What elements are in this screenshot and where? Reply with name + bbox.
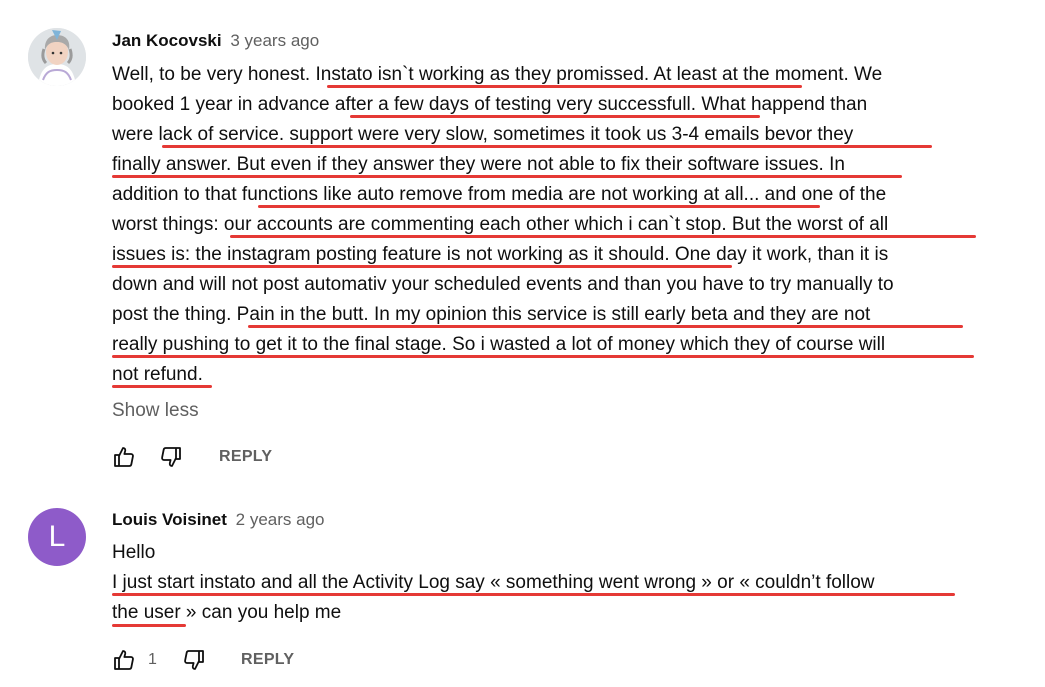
comment-line: Hello — [112, 542, 156, 563]
thumb-up-icon — [114, 447, 134, 467]
thumb-down-icon — [161, 447, 181, 467]
comment-header: Jan Kocovski 3 years ago — [112, 30, 319, 52]
highlight-underline — [112, 593, 955, 596]
avatar[interactable] — [28, 28, 86, 86]
highlight-underline — [112, 355, 974, 358]
highlight-underline — [258, 205, 820, 208]
author-name[interactable]: Jan Kocovski — [112, 31, 222, 50]
reply-button[interactable]: REPLY — [241, 650, 294, 670]
reply-button[interactable]: REPLY — [219, 447, 272, 467]
highlight-underline — [112, 175, 902, 178]
comment-body: Hello I just start instato and all the A… — [112, 540, 992, 630]
highlight-underline — [327, 85, 802, 88]
comment-body: Well, to be very honest. Instato isn`t w… — [112, 62, 992, 392]
highlight-underline — [238, 235, 976, 238]
dislike-button[interactable] — [182, 648, 206, 672]
highlight-underline — [248, 325, 963, 328]
user-photo-avatar-icon — [28, 28, 86, 86]
comment-line: down and will not post automativ your sc… — [112, 274, 894, 295]
avatar[interactable]: L — [28, 508, 86, 566]
like-count: 1 — [148, 651, 157, 668]
like-button[interactable] — [112, 445, 136, 469]
comment-timestamp[interactable]: 3 years ago — [230, 31, 319, 50]
show-less-button[interactable]: Show less — [112, 398, 199, 424]
highlight-underline — [112, 624, 186, 627]
comment-line: the user » can you help me — [112, 602, 342, 623]
author-name[interactable]: Louis Voisinet — [112, 510, 227, 529]
highlight-underline — [112, 385, 212, 388]
like-button[interactable] — [112, 648, 136, 672]
comment-header: Louis Voisinet 2 years ago — [112, 509, 325, 531]
highlight-underline — [162, 145, 932, 148]
comment-timestamp[interactable]: 2 years ago — [236, 510, 325, 529]
thumb-up-icon — [114, 650, 134, 670]
highlight-underline — [350, 115, 760, 118]
dislike-button[interactable] — [159, 445, 183, 469]
highlight-underline — [112, 265, 732, 268]
thumb-down-icon — [184, 650, 204, 670]
